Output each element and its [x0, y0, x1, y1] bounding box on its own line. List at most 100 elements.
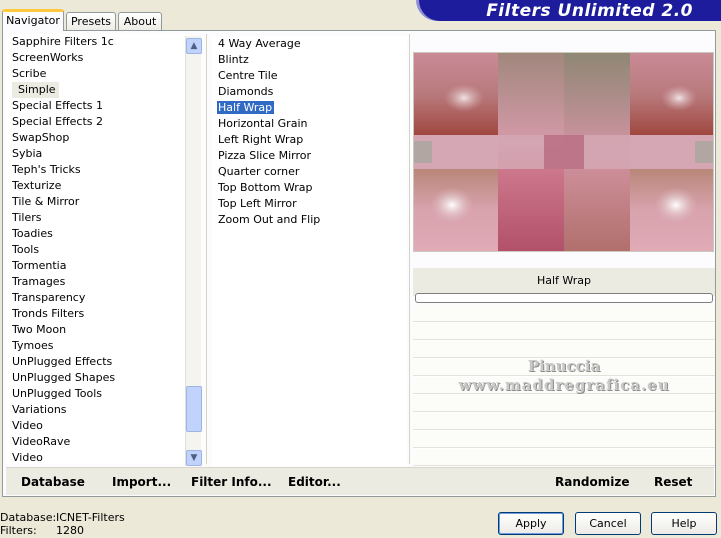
- filter-item[interactable]: Pizza Slice Mirror: [212, 148, 407, 164]
- filter-item-label: Blintz: [218, 53, 249, 66]
- import-button[interactable]: Import...: [112, 475, 171, 489]
- scroll-up-button[interactable]: ▲: [186, 38, 202, 54]
- tab-presets[interactable]: Presets: [66, 12, 116, 31]
- preview-image: [414, 53, 713, 251]
- category-item-label: Video: [12, 419, 43, 432]
- category-item[interactable]: Tools: [6, 242, 188, 258]
- cancel-button[interactable]: Cancel: [575, 512, 641, 535]
- filter-item[interactable]: Diamonds: [212, 84, 407, 100]
- database-button[interactable]: Database: [21, 475, 85, 489]
- divider: [409, 34, 410, 464]
- parameter-row: [413, 305, 715, 322]
- category-item-label: ScreenWorks: [12, 51, 84, 64]
- category-scrollbar[interactable]: ▲ ▼: [185, 36, 202, 466]
- category-list[interactable]: Sapphire Filters 1c ScreenWorks Scribe Simp…: [6, 34, 188, 464]
- divider: [206, 34, 207, 464]
- parameter-row: [413, 431, 715, 448]
- filter-item-label: Zoom Out and Flip: [218, 213, 321, 226]
- category-item-label: UnPlugged Effects: [12, 355, 113, 368]
- tab-navigator[interactable]: Navigator: [2, 9, 64, 31]
- watermark-url: www.maddregrafica.eu: [458, 376, 670, 394]
- watermark-name: Pinuccia: [527, 357, 601, 375]
- category-item[interactable]: UnPlugged Shapes: [6, 370, 188, 386]
- category-item-label: Two Moon: [12, 323, 67, 336]
- filter-item[interactable]: Centre Tile: [212, 68, 407, 84]
- category-item[interactable]: Special Effects 2: [6, 114, 188, 130]
- parameter-row: [413, 413, 715, 430]
- tab-strip: Navigator Presets About: [2, 9, 402, 31]
- category-item[interactable]: Two Moon: [6, 322, 188, 338]
- category-item[interactable]: SwapShop: [6, 130, 188, 146]
- category-item[interactable]: VideoRave: [6, 434, 188, 450]
- category-item[interactable]: Transparency: [6, 290, 188, 306]
- category-item[interactable]: UnPlugged Tools: [6, 386, 188, 402]
- category-item-label: Teph's Tricks: [12, 163, 81, 176]
- category-item[interactable]: Simple: [6, 82, 188, 98]
- category-item[interactable]: Sybia: [6, 146, 188, 162]
- filter-info-button[interactable]: Filter Info...: [191, 475, 272, 489]
- scroll-thumb[interactable]: [186, 386, 202, 432]
- filter-item[interactable]: Blintz: [212, 52, 407, 68]
- category-item[interactable]: Tramages: [6, 274, 188, 290]
- category-item[interactable]: Video: [6, 450, 188, 464]
- category-item-label: Texturize: [12, 179, 62, 192]
- category-item-label: Tramages: [12, 275, 66, 288]
- parameter-row: [413, 341, 715, 358]
- reset-button[interactable]: Reset: [654, 475, 692, 489]
- filter-item[interactable]: Left Right Wrap: [212, 132, 407, 148]
- category-item[interactable]: Tronds Filters: [6, 306, 188, 322]
- filter-item[interactable]: Zoom Out and Flip: [212, 212, 407, 228]
- category-item-label: SwapShop: [12, 131, 70, 144]
- category-item-label: Variations: [12, 403, 67, 416]
- apply-button[interactable]: Apply: [498, 512, 564, 535]
- filter-item[interactable]: Half Wrap: [212, 100, 407, 116]
- tab-about[interactable]: About: [118, 12, 162, 31]
- navigator-panel: Sapphire Filters 1c ScreenWorks Scribe Simp…: [2, 30, 716, 497]
- filter-item[interactable]: Top Left Mirror: [212, 196, 407, 212]
- filter-item[interactable]: Horizontal Grain: [212, 116, 407, 132]
- filter-item-label: Centre Tile: [218, 69, 278, 82]
- filters-count-value: 1280: [56, 524, 84, 537]
- category-item-label: Tilers: [12, 211, 42, 224]
- filter-list[interactable]: 4 Way Average Blintz Centre Tile Diamonds Ha…: [212, 36, 407, 466]
- progress-bar: [415, 293, 713, 303]
- category-item[interactable]: UnPlugged Effects: [6, 354, 188, 370]
- category-item-label: Video: [12, 451, 43, 464]
- filter-item-label: Top Left Mirror: [218, 197, 297, 210]
- filter-item[interactable]: Quarter corner: [212, 164, 407, 180]
- tab-navigator-label: Navigator: [6, 14, 60, 27]
- category-item[interactable]: Variations: [6, 402, 188, 418]
- filter-item-label: Horizontal Grain: [218, 117, 308, 130]
- category-item-label: Sybia: [12, 147, 43, 160]
- filter-item-label: Half Wrap: [217, 101, 275, 114]
- filter-item-label: Left Right Wrap: [218, 133, 304, 146]
- category-item[interactable]: Tormentia: [6, 258, 188, 274]
- filter-item[interactable]: Top Bottom Wrap: [212, 180, 407, 196]
- category-item-label: Toadies: [12, 227, 53, 240]
- category-item[interactable]: ScreenWorks: [6, 50, 188, 66]
- parameter-row: [413, 395, 715, 412]
- filter-item[interactable]: 4 Way Average: [212, 36, 407, 52]
- category-item[interactable]: Teph's Tricks: [6, 162, 188, 178]
- category-item[interactable]: Special Effects 1: [6, 98, 188, 114]
- category-item-label: Sapphire Filters 1c: [12, 35, 114, 48]
- scroll-down-button[interactable]: ▼: [186, 450, 202, 466]
- category-item[interactable]: Scribe: [6, 66, 188, 82]
- category-item-label: Special Effects 1: [12, 99, 104, 112]
- editor-button[interactable]: Editor...: [288, 475, 341, 489]
- category-item-label: Tools: [12, 243, 40, 256]
- category-item[interactable]: Toadies: [6, 226, 188, 242]
- category-item[interactable]: Video: [6, 418, 188, 434]
- category-item[interactable]: Sapphire Filters 1c: [6, 34, 188, 50]
- randomize-button[interactable]: Randomize: [555, 475, 629, 489]
- app-title: Filters Unlimited 2.0: [486, 1, 693, 21]
- category-item[interactable]: Tilers: [6, 210, 188, 226]
- category-item[interactable]: Texturize: [6, 178, 188, 194]
- category-item-label: Tormentia: [12, 259, 67, 272]
- tab-presets-label: Presets: [70, 15, 112, 28]
- category-item[interactable]: Tymoes: [6, 338, 188, 354]
- app-banner: Filters Unlimited 2.0: [419, 0, 721, 21]
- help-button[interactable]: Help: [651, 512, 717, 535]
- category-item-label: Transparency: [12, 291, 86, 304]
- category-item[interactable]: Tile & Mirror: [6, 194, 188, 210]
